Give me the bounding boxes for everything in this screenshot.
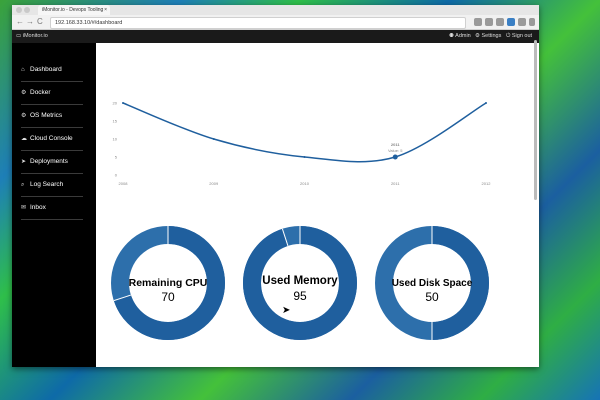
sidebar-item-label: Dashboard (30, 66, 62, 73)
sidebar-item-log-search[interactable]: ⌕ Log Search (21, 174, 83, 197)
mouse-cursor-icon: ➤ (282, 305, 291, 316)
sidebar-item-label: OS Metrics (30, 112, 63, 119)
close-window-icon[interactable] (16, 7, 22, 13)
x-tick-label: 2012 (482, 181, 492, 186)
sidebar-item-label: Deployments (30, 158, 68, 165)
extension-icon[interactable] (496, 18, 504, 26)
browser-window: iMonitor.io - Devops Tooling × ← → C 192… (12, 5, 539, 367)
data-point (122, 102, 124, 104)
sidebar-item-docker[interactable]: ⚙ Docker (21, 82, 83, 105)
dashboard-icon: ⌂ (21, 67, 25, 73)
minimize-window-icon[interactable] (24, 7, 30, 13)
x-tick-label: 2011 (391, 181, 400, 186)
extension-icon[interactable] (474, 18, 482, 26)
tab-close-icon[interactable]: × (104, 5, 107, 15)
sidebar-item-cloud-console[interactable]: ☁ Cloud Console (21, 128, 83, 151)
cloud-icon: ☁ (21, 136, 27, 142)
sidebar-item-os-metrics[interactable]: ⚙ OS Metrics (21, 105, 83, 128)
docker-icon: ⚙ (21, 90, 27, 96)
back-button[interactable]: ← (16, 17, 24, 27)
y-tick-label: 15 (113, 119, 118, 124)
series-line (122, 102, 487, 163)
tab-bar: iMonitor.io - Devops Tooling × (12, 5, 539, 15)
data-point (303, 156, 306, 158)
used-disk-space-value: 50 (425, 290, 439, 304)
brand-name: iMonitor.io (22, 33, 48, 39)
used-memory-value: 95 (293, 289, 307, 303)
tooltip-title: 2011 (391, 142, 400, 147)
tab-title: iMonitor.io - Devops Tooling (42, 7, 104, 13)
x-tick-label: 2009 (209, 181, 219, 186)
data-point (212, 138, 215, 140)
extension-icon[interactable] (518, 18, 526, 26)
address-bar-row: ← → C 192.168.33.10/#/dashboard (12, 15, 539, 30)
y-tick-label: 0 (115, 173, 118, 178)
sidebar-item-inbox[interactable]: ✉ Inbox (21, 197, 83, 220)
x-tick-label: 2010 (300, 181, 310, 186)
sidebar: ⌂ Dashboard ⚙ Docker ⚙ OS Metrics ☁ Cloud Co… (12, 43, 96, 367)
menu-icon[interactable] (529, 18, 535, 26)
used-memory-label: Used Memory (262, 275, 338, 287)
settings-link[interactable]: ⚙ Settings (475, 33, 501, 39)
sidebar-item-dashboard[interactable]: ⌂ Dashboard (21, 59, 83, 82)
brand-logo[interactable]: ▭ iMonitor.io (16, 33, 48, 39)
tooltip-value: Value: 5 (388, 148, 403, 153)
used-disk-space-label: Used Disk Space (391, 278, 473, 289)
extension-icon[interactable] (485, 18, 493, 26)
sidebar-item-label: Log Search (30, 181, 64, 188)
settings-label: Settings (481, 33, 502, 39)
data-point (392, 154, 398, 160)
url-field[interactable]: 192.168.33.10/#/dashboard (50, 17, 466, 29)
admin-menu[interactable]: ⚉ Admin (449, 33, 471, 39)
x-tick-label: 2008 (119, 181, 129, 186)
send-icon: ➤ (21, 159, 27, 165)
gear-icon: ⚙ (21, 113, 27, 119)
sidebar-item-deployments[interactable]: ➤ Deployments (21, 151, 83, 174)
remaining-cpu-label: Remaining CPU (128, 277, 208, 289)
main-content: 20 15 10 5 0 2008 2009 2010 2011 2012 2011 Value: 5… (96, 43, 539, 367)
scrollbar[interactable] (534, 40, 537, 200)
y-tick-label: 5 (115, 155, 118, 160)
search-icon: ⌕ (21, 182, 25, 188)
reload-button[interactable]: C (37, 17, 43, 27)
signout-link[interactable]: ⏻ Sign out (506, 33, 532, 40)
sidebar-item-label: Inbox (30, 204, 46, 211)
sidebar-item-label: Docker (30, 89, 51, 96)
extension-icon[interactable] (507, 18, 515, 26)
y-tick-label: 20 (113, 101, 118, 106)
sidebar-item-label: Cloud Console (30, 135, 73, 142)
top-navbar: ▭ iMonitor.io ⚉ Admin ⚙ Settings ⏻ Sign … (12, 30, 539, 43)
data-point (485, 102, 487, 104)
envelope-icon: ✉ (21, 205, 27, 211)
browser-tab[interactable]: iMonitor.io - Devops Tooling × (38, 5, 110, 15)
y-tick-label: 10 (113, 137, 118, 142)
admin-label: Admin (455, 33, 471, 39)
remaining-cpu-value: 70 (161, 290, 175, 304)
forward-button[interactable]: → (26, 17, 34, 27)
signout-label: Sign out (511, 33, 533, 39)
